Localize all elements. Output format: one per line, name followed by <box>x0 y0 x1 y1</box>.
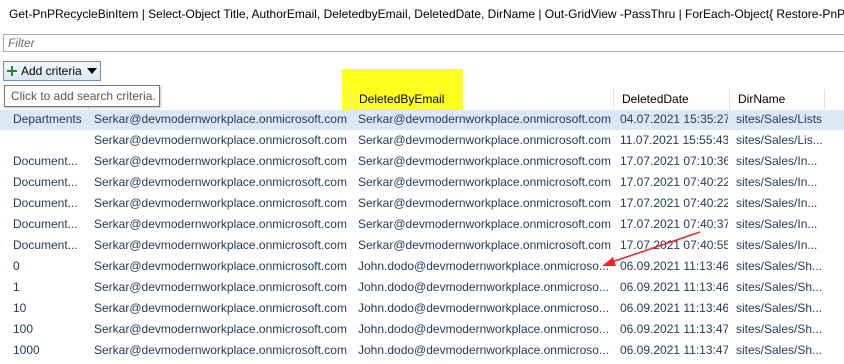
table-row[interactable]: Serkar@devmodernworkplace.onmicrosoft.co… <box>0 131 844 151</box>
table-row[interactable]: Document... Serkar@devmodernworkplace.onm… <box>0 173 844 193</box>
cell-title <box>13 131 91 151</box>
table-row[interactable]: 1 Serkar@devmodernworkplace.onmicrosoft.c… <box>0 278 844 298</box>
cell-deleteddate: 04.07.2021 15:35:27 <box>620 112 728 126</box>
table-row[interactable]: 0 Serkar@devmodernworkplace.onmicrosoft.c… <box>0 257 844 277</box>
cell-dirname: sites/Sales/Sh... <box>736 280 823 294</box>
cell-deleteddate: 06.09.2021 11:13:46 <box>620 280 728 294</box>
cell-deletedbyemail: Serkar@devmodernworkplace.onmicrosoft.co… <box>358 133 611 147</box>
table-row[interactable]: 1000 Serkar@devmodernworkplace.onmicrosof… <box>0 341 844 361</box>
table-row[interactable]: Document... Serkar@devmodernworkplace.onm… <box>0 236 844 256</box>
cell-deleteddate: 06.09.2021 11:13:46 <box>620 301 728 315</box>
filter-box[interactable] <box>3 34 844 52</box>
cell-dirname: sites/Sales/Sh... <box>736 322 823 336</box>
cell-deletedbyemail: Serkar@devmodernworkplace.onmicrosoft.co… <box>358 175 611 189</box>
cell-title: Document... <box>13 196 78 210</box>
cell-deleteddate: 17.07.2021 07:40:55 <box>620 238 728 252</box>
cell-title: 1 <box>13 280 20 294</box>
cell-dirname: sites/Sales/In... <box>736 196 818 210</box>
cell-dirname: sites/Sales/In... <box>736 217 818 231</box>
cell-deleteddate: 11.07.2021 15:55:43 <box>620 133 728 147</box>
cell-authoremail: Serkar@devmodernworkplace.onmicrosoft.co… <box>94 343 347 357</box>
cell-authoremail: Serkar@devmodernworkplace.onmicrosoft.co… <box>94 175 347 189</box>
cell-authoremail: Serkar@devmodernworkplace.onmicrosoft.co… <box>94 280 347 294</box>
tooltip: Click to add search criteria. <box>4 85 160 107</box>
cell-authoremail: Serkar@devmodernworkplace.onmicrosoft.co… <box>94 322 347 336</box>
column-header-deletedbyemail[interactable]: DeletedByEmail <box>350 89 613 110</box>
table-row[interactable]: Departments Serkar@devmodernworkplace.onm… <box>0 110 844 130</box>
title-bar: Get-PnPRecycleBinItem | Select-Object Ti… <box>0 0 844 32</box>
cell-authoremail: Serkar@devmodernworkplace.onmicrosoft.co… <box>94 196 347 210</box>
cell-authoremail: Serkar@devmodernworkplace.onmicrosoft.co… <box>94 154 347 168</box>
cell-title: 100 <box>13 322 34 336</box>
column-header-dirname[interactable]: DirName <box>729 89 824 110</box>
cell-dirname: sites/Sales/In... <box>736 238 818 252</box>
cell-deletedbyemail: John.dodo@devmodernworkplace.onmicroso..… <box>358 280 609 294</box>
cell-authoremail: Serkar@devmodernworkplace.onmicrosoft.co… <box>94 133 347 147</box>
cell-deletedbyemail: Serkar@devmodernworkplace.onmicrosoft.co… <box>358 154 611 168</box>
add-criteria-label: Add criteria <box>21 64 82 78</box>
cell-title: Document... <box>13 238 78 252</box>
cell-title: Document... <box>13 175 78 189</box>
cell-authoremail: Serkar@devmodernworkplace.onmicrosoft.co… <box>94 238 347 252</box>
column-header-filler <box>824 89 844 110</box>
column-header-deleteddate[interactable]: DeletedDate <box>613 89 729 110</box>
cell-title: Document... <box>13 217 78 231</box>
cell-deletedbyemail: Serkar@devmodernworkplace.onmicrosoft.co… <box>358 238 611 252</box>
cell-deleteddate: 06.09.2021 11:13:47 <box>620 322 728 336</box>
cell-dirname: sites/Sales/Sh... <box>736 343 823 357</box>
cell-deletedbyemail: John.dodo@devmodernworkplace.onmicroso..… <box>358 322 609 336</box>
table-row[interactable]: Document... Serkar@devmodernworkplace.onm… <box>0 194 844 214</box>
cell-deletedbyemail: John.dodo@devmodernworkplace.onmicroso..… <box>358 343 609 357</box>
add-criteria-button[interactable]: Add criteria <box>3 61 101 81</box>
cell-deleteddate: 17.07.2021 07:10:36 <box>620 154 728 168</box>
window-title: Get-PnPRecycleBinItem | Select-Object Ti… <box>9 7 844 21</box>
cell-deleteddate: 17.07.2021 07:40:22 <box>620 196 728 210</box>
cell-dirname: sites/Sales/Lis... <box>736 133 823 147</box>
cell-title: 1000 <box>13 343 40 357</box>
cell-dirname: sites/Sales/In... <box>736 175 818 189</box>
grid-body: Departments Serkar@devmodernworkplace.onm… <box>0 110 844 364</box>
cell-dirname: sites/Sales/Sh... <box>736 259 823 273</box>
cell-authoremail: Serkar@devmodernworkplace.onmicrosoft.co… <box>94 259 347 273</box>
filter-input[interactable] <box>4 35 844 51</box>
cell-title: 10 <box>13 301 27 315</box>
cell-title: Departments <box>13 112 82 126</box>
cell-deleteddate: 17.07.2021 07:40:37 <box>620 217 728 231</box>
table-row[interactable]: 100 Serkar@devmodernworkplace.onmicrosoft… <box>0 320 844 340</box>
cell-dirname: sites/Sales/Lists <box>736 112 823 126</box>
table-row[interactable]: Document... Serkar@devmodernworkplace.onm… <box>0 152 844 172</box>
plus-icon <box>7 66 17 76</box>
cell-authoremail: Serkar@devmodernworkplace.onmicrosoft.co… <box>94 301 347 315</box>
cell-dirname: sites/Sales/Sh... <box>736 301 823 315</box>
table-row[interactable]: Document... Serkar@devmodernworkplace.onm… <box>0 215 844 235</box>
cell-title: Document... <box>13 154 78 168</box>
cell-deleteddate: 06.09.2021 11:13:47 <box>620 343 728 357</box>
cell-deletedbyemail: John.dodo@devmodernworkplace.onmicroso..… <box>358 301 609 315</box>
cell-authoremail: Serkar@devmodernworkplace.onmicrosoft.co… <box>94 217 347 231</box>
cell-dirname: sites/Sales/In... <box>736 154 818 168</box>
dropdown-caret-icon <box>86 68 97 74</box>
cell-deletedbyemail: John.dodo@devmodernworkplace.onmicroso..… <box>358 259 609 273</box>
cell-deletedbyemail: Serkar@devmodernworkplace.onmicrosoft.co… <box>358 112 611 126</box>
table-row[interactable]: 10 Serkar@devmodernworkplace.onmicrosoft.… <box>0 299 844 319</box>
cell-deletedbyemail: Serkar@devmodernworkplace.onmicrosoft.co… <box>358 196 611 210</box>
cell-title: 0 <box>13 259 20 273</box>
cell-deleteddate: 17.07.2021 07:40:22 <box>620 175 728 189</box>
cell-deleteddate: 06.09.2021 11:13:46 <box>620 259 728 273</box>
cell-authoremail: Serkar@devmodernworkplace.onmicrosoft.co… <box>94 112 347 126</box>
cell-deletedbyemail: Serkar@devmodernworkplace.onmicrosoft.co… <box>358 217 611 231</box>
